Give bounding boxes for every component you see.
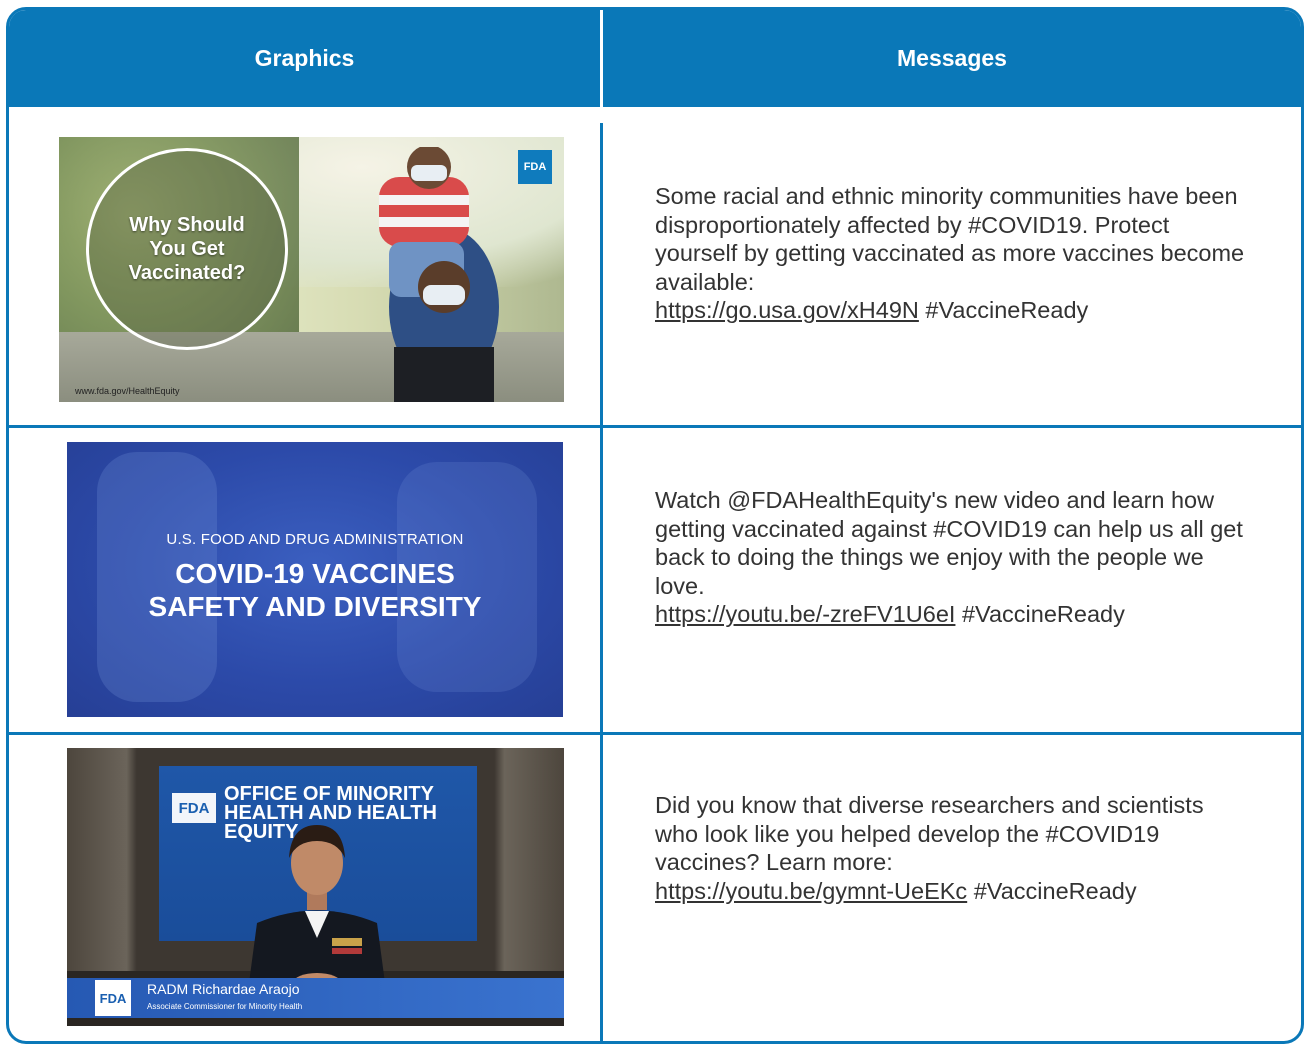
fda-logo: FDA bbox=[172, 793, 216, 823]
fda-logo: FDA bbox=[95, 980, 131, 1016]
graphics-column-header: Graphics bbox=[254, 45, 355, 71]
message-body: Did you know that diverse researchers an… bbox=[655, 792, 1204, 875]
minority-health-video-thumbnail[interactable]: FDA OFFICE OF MINORITY HEALTH AND HEALTH… bbox=[67, 748, 564, 1026]
row-divider bbox=[9, 732, 1301, 735]
thumbnail-title: COVID-19 VACCINES SAFETY AND DIVERSITY bbox=[67, 557, 563, 623]
headline-circle: Why Should You Get Vaccinated? bbox=[86, 148, 288, 350]
message-text: Watch @FDAHealthEquity's new video and l… bbox=[655, 486, 1245, 629]
table-header: Graphics Messages bbox=[9, 10, 1301, 107]
presenter-name: RADM Richardae Araojo bbox=[147, 981, 300, 997]
message-hashtag: #VaccineReady bbox=[973, 877, 1137, 904]
message-link[interactable]: https://youtu.be/gymnt-UeEKc bbox=[655, 878, 967, 904]
message-hashtag: #VaccineReady bbox=[961, 601, 1125, 627]
graphic-url-text: www.fda.gov/HealthEquity bbox=[75, 386, 180, 396]
message-hashtag: #VaccineReady bbox=[925, 297, 1089, 323]
row-divider bbox=[9, 425, 1301, 428]
thumbnail-subtitle: U.S. FOOD AND DRUG ADMINISTRATION bbox=[166, 531, 464, 548]
message-link[interactable]: https://go.usa.gov/xH49N bbox=[655, 297, 919, 323]
social-media-table: Graphics Messages Why Should You Get Vac… bbox=[6, 7, 1304, 1044]
message-text: Did you know that diverse researchers an… bbox=[655, 791, 1245, 905]
messages-column-header: Messages bbox=[897, 45, 1007, 71]
graphic-headline: Why Should You Get Vaccinated? bbox=[128, 214, 246, 284]
covid-vaccines-video-thumbnail[interactable]: U.S. FOOD AND DRUG ADMINISTRATION COVID-… bbox=[67, 442, 563, 717]
column-divider bbox=[600, 123, 603, 1041]
presenter-illustration bbox=[247, 825, 387, 998]
message-link[interactable]: https://youtu.be/-zreFV1U6eI bbox=[655, 601, 955, 627]
message-body: Watch @FDAHealthEquity's new video and l… bbox=[655, 487, 1243, 599]
message-text: Some racial and ethnic minority communit… bbox=[655, 182, 1245, 325]
father-and-child-illustration bbox=[379, 147, 499, 402]
lower-third-banner bbox=[67, 978, 564, 1018]
message-body: Some racial and ethnic minority communit… bbox=[655, 183, 1245, 295]
thumbnail-title-line2: SAFETY AND DIVERSITY bbox=[148, 591, 482, 622]
presenter-title: Associate Commissioner for Minority Heal… bbox=[147, 1002, 303, 1011]
fda-logo: FDA bbox=[518, 150, 552, 184]
thumbnail-title-line1: COVID-19 VACCINES bbox=[175, 558, 455, 589]
why-vaccinated-graphic: Why Should You Get Vaccinated? FDA www.f… bbox=[59, 137, 564, 402]
